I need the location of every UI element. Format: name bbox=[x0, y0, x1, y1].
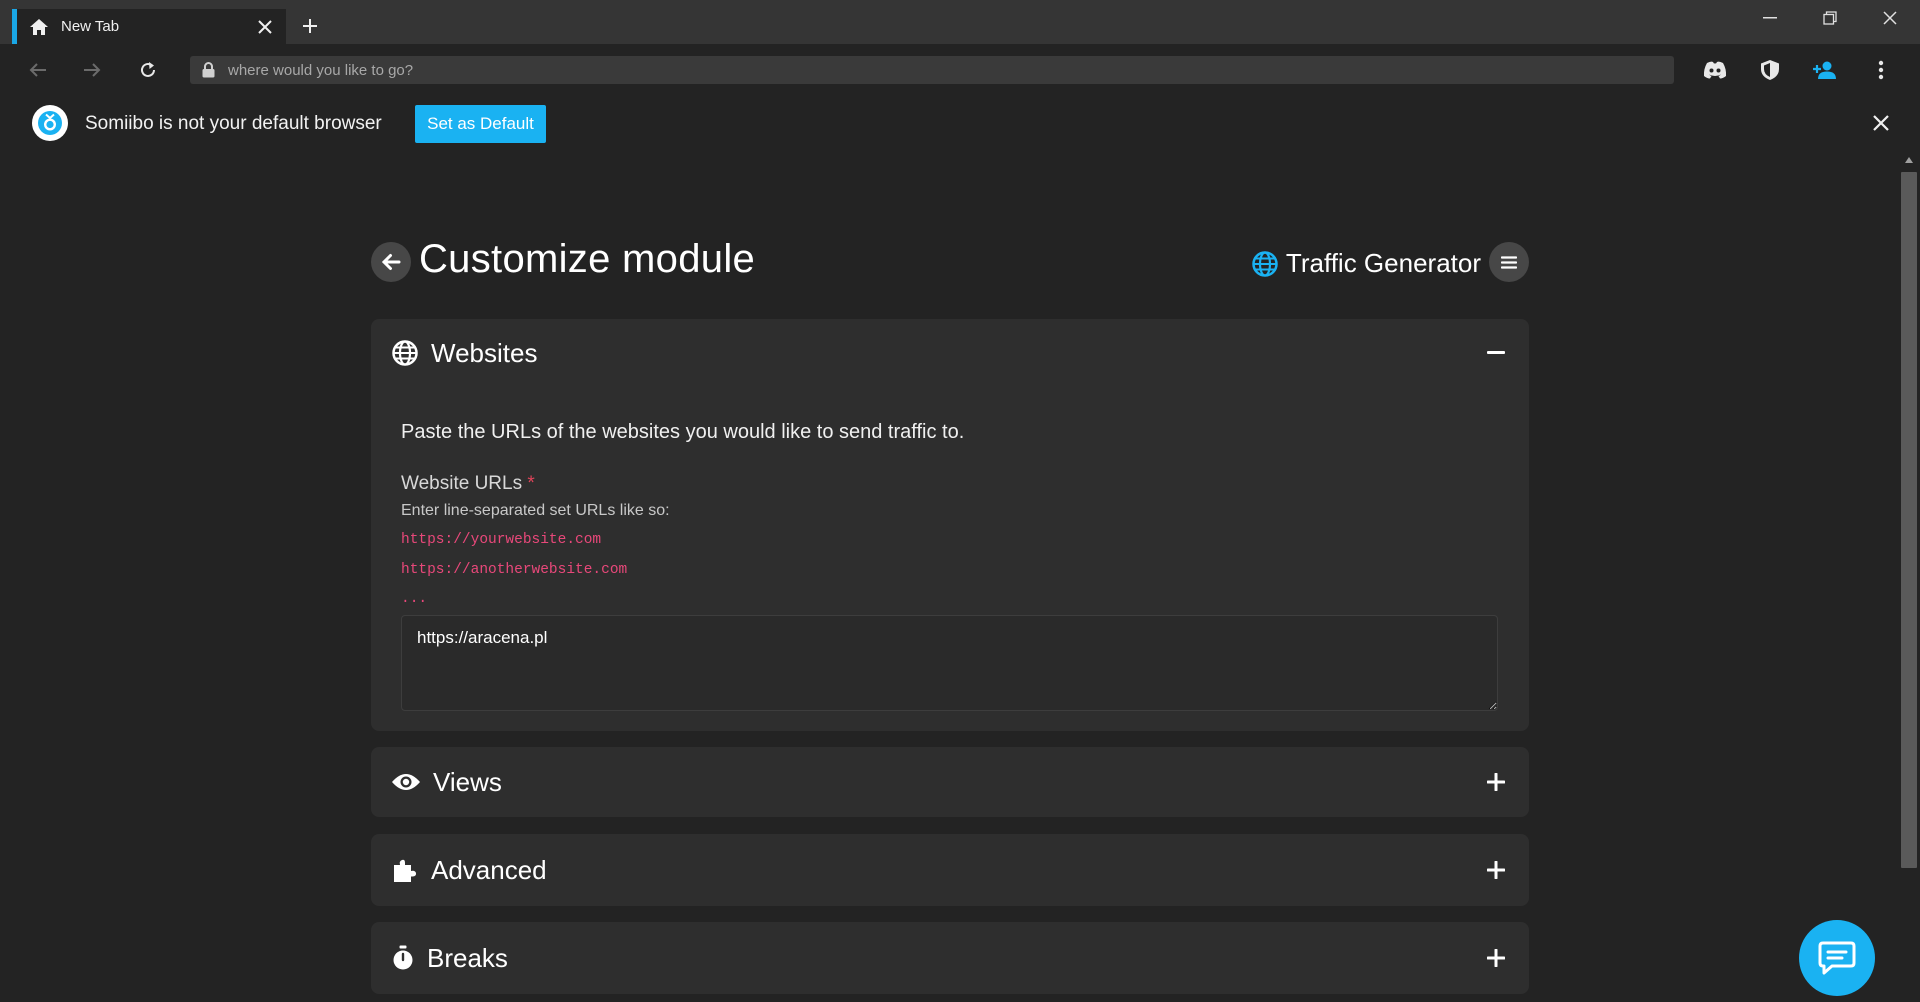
back-nav-button[interactable] bbox=[22, 54, 54, 86]
website-urls-label-text: Website URLs bbox=[401, 473, 523, 494]
advanced-card: Advanced bbox=[371, 834, 1529, 906]
scrollbar-thumb[interactable] bbox=[1901, 172, 1917, 868]
browser-tab[interactable]: New Tab bbox=[12, 9, 286, 44]
globe-icon bbox=[1252, 250, 1278, 277]
add-user-icon[interactable] bbox=[1808, 54, 1842, 86]
puzzle-icon bbox=[391, 856, 419, 884]
page-title: Customize module bbox=[419, 237, 756, 281]
page-header: Customize module Traffic Generator bbox=[371, 232, 1529, 292]
example-url-2: https://anotherwebsite.com bbox=[401, 562, 628, 578]
page-scrollbar[interactable] bbox=[1898, 150, 1920, 1002]
breaks-header[interactable]: Breaks bbox=[371, 922, 1529, 994]
module-name: Traffic Generator bbox=[1252, 248, 1481, 279]
forward-nav-button[interactable] bbox=[76, 54, 108, 86]
advanced-title: Advanced bbox=[431, 854, 547, 885]
expand-icon[interactable] bbox=[1481, 943, 1511, 973]
breaks-title: Breaks bbox=[427, 942, 508, 973]
infobar-message: Somiibo is not your default browser bbox=[85, 113, 382, 134]
chat-icon bbox=[1818, 941, 1856, 975]
stopwatch-icon bbox=[391, 944, 415, 972]
more-menu-icon[interactable] bbox=[1864, 54, 1898, 86]
default-browser-infobar: Somiibo is not your default browser Set … bbox=[0, 96, 1920, 150]
title-bar: New Tab bbox=[0, 0, 1920, 44]
shield-icon[interactable] bbox=[1753, 54, 1787, 86]
scroll-up-icon[interactable] bbox=[1904, 156, 1914, 164]
collapse-icon[interactable] bbox=[1481, 338, 1511, 368]
discord-icon[interactable] bbox=[1698, 54, 1732, 86]
views-title: Views bbox=[433, 766, 502, 797]
views-header[interactable]: Views bbox=[371, 747, 1529, 817]
module-name-label: Traffic Generator bbox=[1285, 248, 1481, 278]
globe-icon bbox=[391, 339, 419, 367]
views-card: Views bbox=[371, 747, 1529, 817]
eye-icon bbox=[391, 768, 421, 796]
somiibo-logo-icon bbox=[32, 105, 68, 141]
expand-icon[interactable] bbox=[1481, 855, 1511, 885]
example-ellipsis: ... bbox=[401, 591, 428, 607]
set-as-default-button[interactable]: Set as Default bbox=[415, 105, 546, 143]
close-infobar-icon[interactable] bbox=[1866, 108, 1896, 138]
chat-widget-button[interactable] bbox=[1799, 920, 1875, 996]
new-tab-button[interactable] bbox=[296, 12, 324, 40]
expand-icon[interactable] bbox=[1481, 767, 1511, 797]
websites-title: Websites bbox=[431, 337, 538, 368]
website-urls-help: Enter line-separated set URLs like so: bbox=[401, 502, 670, 519]
browser-toolbar bbox=[0, 44, 1920, 96]
address-bar[interactable] bbox=[190, 56, 1674, 84]
back-button[interactable] bbox=[371, 242, 411, 282]
breaks-card: Breaks bbox=[371, 922, 1529, 994]
restore-button[interactable] bbox=[1800, 0, 1860, 36]
websites-description: Paste the URLs of the websites you would… bbox=[401, 421, 965, 443]
close-window-button[interactable] bbox=[1860, 0, 1920, 36]
lock-icon bbox=[202, 62, 216, 78]
address-input[interactable] bbox=[228, 61, 1628, 79]
websites-header[interactable]: Websites bbox=[371, 319, 1529, 387]
required-mark: * bbox=[527, 473, 535, 494]
advanced-header[interactable]: Advanced bbox=[371, 834, 1529, 906]
websites-card: Websites Paste the URLs of the websites … bbox=[371, 319, 1529, 731]
home-icon bbox=[29, 17, 49, 37]
website-urls-label: Website URLs * bbox=[401, 473, 535, 495]
hamburger-icon bbox=[1501, 255, 1517, 269]
minimize-button[interactable] bbox=[1740, 0, 1800, 36]
website-urls-textarea[interactable] bbox=[401, 615, 1498, 711]
reload-button[interactable] bbox=[132, 54, 164, 86]
tab-title: New Tab bbox=[61, 18, 120, 35]
module-menu-button[interactable] bbox=[1489, 242, 1529, 282]
example-url-1: https://yourwebsite.com bbox=[401, 532, 602, 548]
close-tab-icon[interactable] bbox=[252, 14, 278, 40]
